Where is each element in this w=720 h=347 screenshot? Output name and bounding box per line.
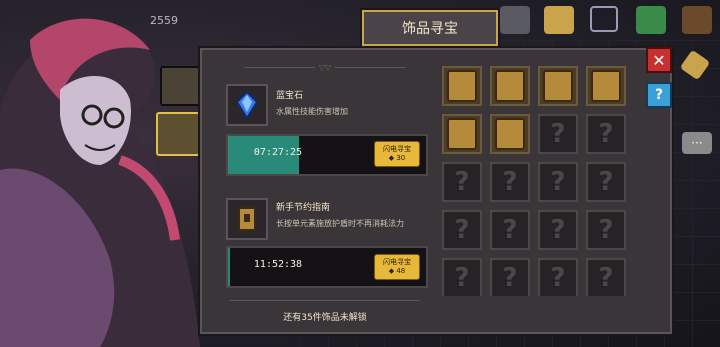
chest-icon[interactable]: [544, 6, 574, 34]
timer-text: 11:52:38: [253, 259, 303, 270]
settings-icon[interactable]: [500, 6, 530, 34]
question-mark-icon: ?: [550, 263, 566, 293]
locked-cell[interactable]: ?: [442, 162, 482, 202]
panel-title: 饰品寻宝: [360, 8, 500, 48]
question-mark-icon: ?: [550, 215, 566, 245]
blue-gem-icon: [235, 90, 259, 120]
score-counter: 2559: [150, 14, 178, 27]
mail-icon[interactable]: [636, 6, 666, 34]
question-mark-icon: ?: [598, 119, 614, 149]
question-mark-icon: ?: [502, 215, 518, 245]
item-desc: 长按单元素施放护盾时不再消耗法力: [276, 219, 404, 228]
locked-cell[interactable]: ?: [538, 114, 578, 154]
locked-cell[interactable]: ?: [442, 258, 482, 296]
scroll-icon: [238, 207, 256, 231]
side-slot-active[interactable]: [156, 112, 200, 156]
footer-divider: [230, 300, 420, 301]
locked-cell[interactable]: ?: [538, 162, 578, 202]
chat-button[interactable]: ···: [682, 132, 712, 154]
accessory-cell[interactable]: [538, 66, 578, 106]
accessory-cell[interactable]: [442, 114, 482, 154]
help-button[interactable]: ?: [646, 82, 672, 108]
locked-cell[interactable]: ?: [586, 114, 626, 154]
close-button[interactable]: ✕: [646, 47, 672, 73]
close-icon: ✕: [652, 50, 666, 70]
locked-cell[interactable]: ?: [538, 258, 578, 296]
chat-icon: ···: [691, 136, 703, 150]
flash-button-label: 闪电寻宝: [383, 258, 411, 266]
question-mark-icon: ?: [598, 263, 614, 293]
item-icon-guide: [226, 198, 268, 240]
question-mark-icon: ?: [550, 119, 566, 149]
shop-cart-icon[interactable]: [590, 6, 618, 32]
scroll-icon: [495, 70, 525, 102]
accessory-cell[interactable]: [490, 114, 530, 154]
accessory-cell[interactable]: [586, 66, 626, 106]
scroll-icon: [591, 70, 621, 102]
flash-button-cost: ◆ 48: [388, 267, 406, 275]
flash-search-button[interactable]: 闪电寻宝 ◆ 30: [374, 141, 420, 167]
locked-cell[interactable]: ?: [586, 258, 626, 296]
scroll-icon: [447, 70, 477, 102]
item-name: 蓝宝石: [276, 91, 304, 101]
locked-cell[interactable]: ?: [490, 210, 530, 250]
question-mark-icon: ?: [502, 167, 518, 197]
locked-cell[interactable]: ?: [490, 162, 530, 202]
item-icon-sapphire: [226, 84, 268, 126]
accessory-grid[interactable]: ? ? ? ? ? ? ? ? ? ? ? ? ? ?: [442, 66, 638, 296]
question-mark-icon: ?: [454, 167, 470, 197]
question-mark-icon: ?: [454, 215, 470, 245]
locked-cell[interactable]: ?: [490, 258, 530, 296]
scroll-icon: [447, 118, 477, 150]
side-slot-pouch[interactable]: [160, 66, 200, 106]
question-mark-icon: ?: [598, 167, 614, 197]
flash-search-button[interactable]: 闪电寻宝 ◆ 48: [374, 254, 420, 280]
flash-button-label: 闪电寻宝: [383, 145, 411, 153]
locked-cell[interactable]: ?: [586, 162, 626, 202]
question-mark-icon: ?: [550, 167, 566, 197]
scroll-icon: [495, 118, 525, 150]
bag-icon[interactable]: [682, 6, 712, 34]
help-icon: ?: [654, 87, 664, 103]
accessory-cell[interactable]: [442, 66, 482, 106]
locked-cell[interactable]: ?: [442, 210, 482, 250]
accessory-cell[interactable]: [490, 66, 530, 106]
item-desc: 水属性技能伤害增加: [276, 107, 348, 116]
question-mark-icon: ?: [454, 263, 470, 293]
scroll-icon: [543, 70, 573, 102]
locked-count-text: 还有35件饰品未解锁: [283, 313, 367, 323]
flash-button-cost: ◆ 30: [388, 154, 406, 162]
locked-cell[interactable]: ?: [538, 210, 578, 250]
question-mark-icon: ?: [598, 215, 614, 245]
locked-cell[interactable]: ?: [586, 210, 626, 250]
question-mark-icon: ?: [502, 263, 518, 293]
divider-ornament: ▽▽: [240, 62, 410, 72]
item-name: 新手节约指南: [276, 203, 331, 213]
treasure-panel: ▽▽ 蓝宝石 水属性技能伤害增加 07:27:25 闪电寻宝 ◆ 30 新手节约…: [198, 46, 674, 336]
timer-text: 07:27:25: [253, 147, 303, 158]
